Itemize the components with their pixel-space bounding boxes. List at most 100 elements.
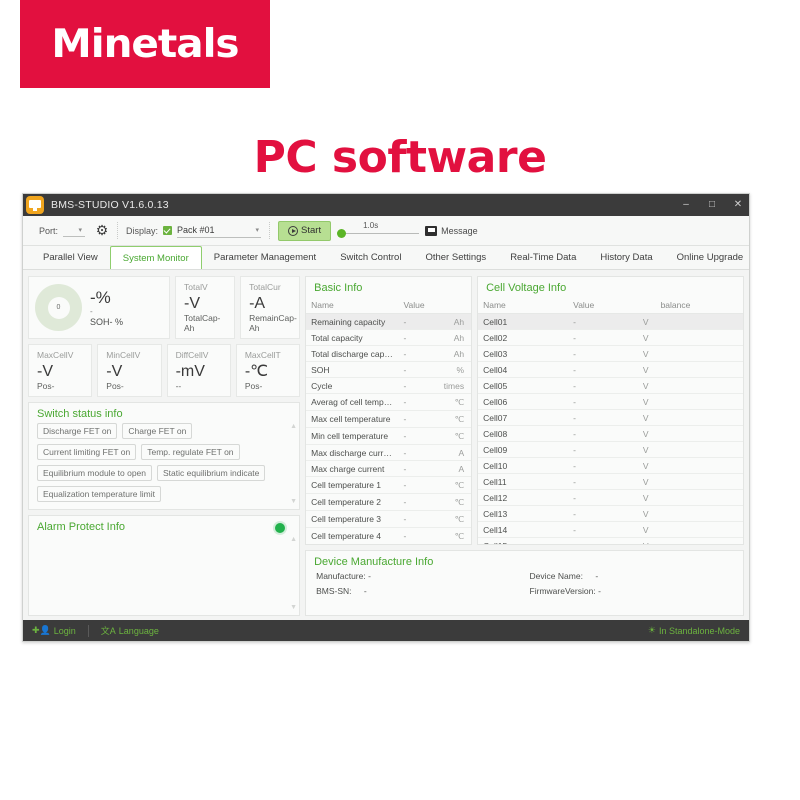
scroll-down-arrow[interactable]: ▼ — [290, 498, 297, 505]
table-row[interactable]: Cell14- V — [478, 521, 743, 538]
table-row[interactable]: Cell13- V — [478, 505, 743, 522]
tab-history-data[interactable]: History Data — [588, 246, 664, 269]
alarm-scrollbar[interactable]: ▲ ▼ — [290, 536, 297, 611]
pack-select[interactable]: Pack #01 ▾ — [177, 224, 262, 238]
left-column: 0 -% - SOH- % TotalV -V TotalCap- Ah Tot… — [28, 276, 301, 616]
cell-row-balance — [655, 361, 743, 378]
table-row[interactable]: Cell07- V — [478, 409, 743, 426]
basic-row-name: Cell temperature 3 — [306, 510, 399, 528]
gear-icon[interactable]: ⚙ — [95, 223, 109, 238]
cell-row-name: Cell03 — [478, 345, 569, 362]
basic-row-value: - — [398, 510, 435, 528]
table-row[interactable]: Cell11- V — [478, 473, 743, 490]
chip-equalization-temp-limit[interactable]: Equalization temperature limit — [37, 486, 161, 502]
cell-row-unit: V — [611, 473, 656, 490]
login-label: Login — [53, 625, 76, 636]
diffcellv-label: DiffCellV — [175, 350, 209, 360]
switch-status-scrollbar[interactable]: ▲ ▼ — [290, 423, 297, 505]
chip-discharge-fet[interactable]: Discharge FET on — [37, 423, 118, 439]
chip-charge-fet[interactable]: Charge FET on — [122, 423, 193, 439]
cell-voltage-panel: Cell Voltage Info Name Value balance Cel… — [477, 276, 744, 545]
table-row[interactable]: Cell08- V — [478, 425, 743, 442]
table-row[interactable]: Cycle - times — [306, 377, 472, 394]
chip-equilibrium-module[interactable]: Equilibrium module to open — [37, 465, 153, 481]
table-row[interactable]: Cell temperature 2- ℃ — [306, 493, 472, 511]
maximize-icon[interactable]: □ — [705, 200, 719, 210]
chip-current-limiting-fet[interactable]: Current limiting FET on — [37, 444, 137, 460]
scroll-up-arrow[interactable]: ▲ — [290, 423, 297, 430]
cell-row-value: - — [568, 345, 612, 362]
tab-online-upgrade[interactable]: Online Upgrade — [665, 246, 756, 269]
cell-row-name: Cell05 — [478, 377, 569, 394]
cell-row-unit: V — [611, 345, 656, 362]
table-row[interactable]: Averag of cell tempe... - ℃ — [306, 393, 472, 411]
cell-row-unit: V — [611, 361, 656, 378]
cell-row-name: Cell11 — [478, 473, 569, 490]
minimize-icon[interactable]: – — [679, 200, 693, 210]
totalcur-tile: TotalCur -A RemainCap- Ah — [240, 276, 301, 339]
table-row[interactable]: Min cell temperature - ℃ — [306, 427, 472, 445]
mincellv-value: -V — [106, 363, 123, 380]
tab-switch-control[interactable]: Switch Control — [328, 246, 413, 269]
port-select[interactable]: ▾ — [63, 224, 86, 237]
firmware-label: FirmwareVersion: — [529, 586, 596, 596]
table-row[interactable]: Cell09- V — [478, 441, 743, 458]
start-button[interactable]: Start — [278, 220, 332, 241]
table-row[interactable]: SOH -% — [306, 361, 472, 378]
cell-row-value: - — [568, 473, 612, 490]
table-row[interactable]: Max discharge current - A — [306, 444, 472, 461]
table-row[interactable]: Cell04- V — [478, 361, 743, 378]
tab-parameter-management[interactable]: Parameter Management — [202, 246, 328, 269]
basic-row-name: Max discharge current — [306, 444, 399, 461]
metrics-row-bottom: MaxCellV -V Pos- MinCellV -V Pos- DiffCe… — [28, 344, 301, 397]
mode-indicator: ☀ In Standalone-Mode — [648, 625, 740, 636]
message-button[interactable]: Message — [425, 216, 478, 246]
display-checkbox[interactable] — [163, 226, 173, 235]
chip-static-equilibrium[interactable]: Static equilibrium indicate — [157, 465, 266, 481]
chip-temp-regulate-fet[interactable]: Temp. regulate FET on — [141, 444, 240, 460]
table-row[interactable]: Cell temperature 4- ℃ — [306, 527, 472, 544]
table-row[interactable]: Cell10- V — [478, 457, 743, 474]
tab-other-settings[interactable]: Other Settings — [413, 246, 498, 269]
table-row[interactable]: Cell01- V — [478, 313, 743, 330]
table-row[interactable]: Cell15-V — [478, 537, 743, 544]
chevron-down-icon: ▾ — [78, 227, 83, 234]
basic-info-table-body: Name Value Remaining capacity - Ah Total ca… — [306, 297, 472, 544]
basic-row-value: - — [398, 345, 435, 362]
basic-row-value: - — [398, 527, 435, 544]
table-row[interactable]: Cell03- V — [478, 345, 743, 362]
table-row[interactable]: Cell temperature 3- ℃ — [306, 510, 472, 528]
basic-row-name: SOH — [306, 361, 399, 378]
language-button[interactable]: 文A Language — [101, 624, 171, 637]
scroll-up-arrow[interactable]: ▲ — [290, 536, 297, 543]
window-titlebar[interactable]: BMS-STUDIO V1.6.0.13 – □ ✕ — [23, 194, 749, 216]
interval-slider[interactable]: 1.0s — [337, 221, 420, 241]
table-row[interactable]: Total discharge capa... - Ah — [306, 345, 472, 362]
table-row[interactable]: Total capacity - Ah — [306, 329, 472, 346]
basic-row-value: - — [398, 377, 435, 394]
table-row[interactable]: Max charge current - A — [306, 460, 472, 477]
table-row[interactable]: Cell12- V — [478, 489, 743, 506]
table-row[interactable]: Max cell temperature - ℃ — [306, 410, 472, 428]
close-icon[interactable]: ✕ — [731, 200, 745, 210]
run-group: Start 1.0s Message — [270, 216, 486, 246]
tab-system-monitor[interactable]: System Monitor — [109, 246, 202, 269]
slider-handle[interactable] — [337, 228, 347, 238]
table-row[interactable]: Cell02- V — [478, 329, 743, 346]
tab-parallel-view[interactable]: Parallel View — [31, 246, 110, 269]
maxcellv-tile: MaxCellV -V Pos- — [28, 344, 93, 397]
table-row[interactable]: Cell05- V — [478, 377, 743, 394]
basic-row-unit: A — [434, 460, 472, 477]
cell-voltage-header-row: Name Value balance — [478, 297, 743, 314]
login-button[interactable]: ✚👤 Login — [32, 625, 88, 636]
scroll-down-arrow[interactable]: ▼ — [290, 604, 297, 611]
cell-row-name: Cell13 — [478, 505, 569, 522]
table-row[interactable]: Cell06- V — [478, 393, 743, 410]
basic-row-unit: ℃ — [434, 493, 472, 511]
table-row[interactable]: Cell temperature 1- ℃ — [306, 476, 472, 494]
right-column: Basic Info Name Value Remaining capacity… — [305, 276, 744, 616]
maxcellt-value: -℃ — [244, 363, 269, 380]
cell-row-name: Cell12 — [478, 489, 569, 506]
table-row[interactable]: Remaining capacity - Ah — [306, 313, 472, 330]
tab-real-time-data[interactable]: Real-Time Data — [498, 246, 588, 269]
